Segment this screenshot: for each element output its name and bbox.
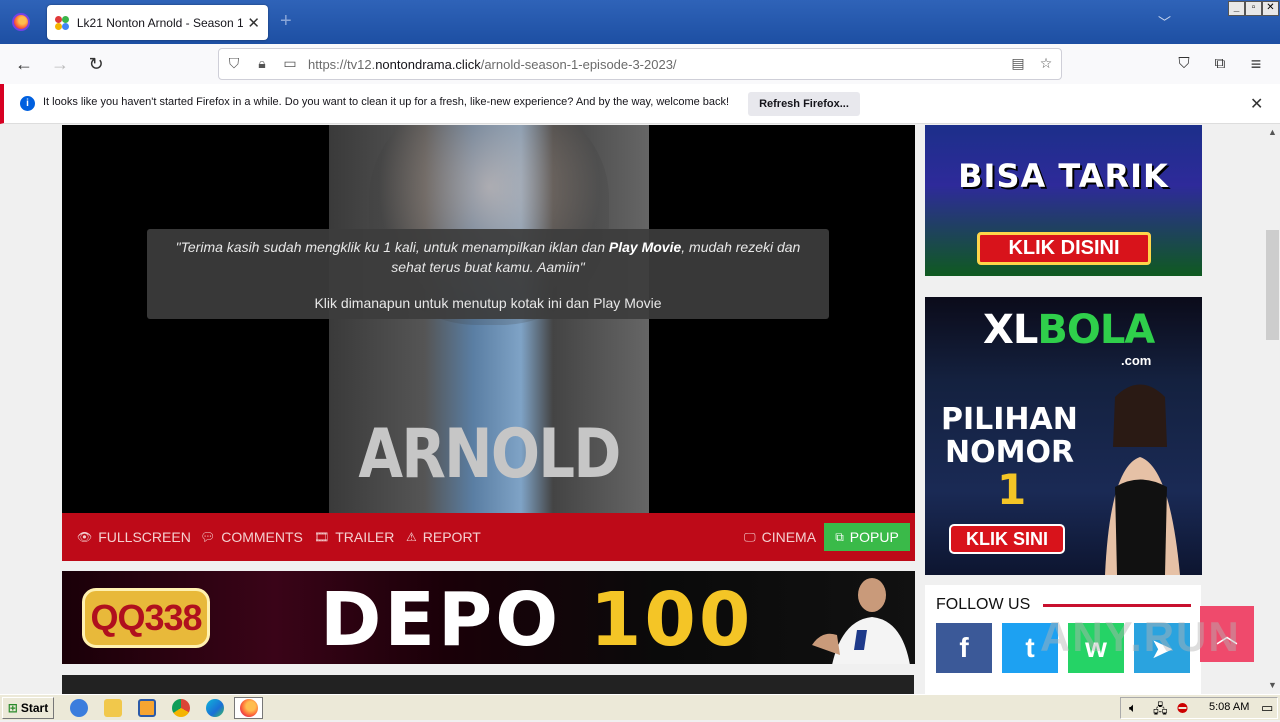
ad-line-1: PILIHAN: [941, 402, 1078, 437]
eye-icon: 👁︎: [77, 530, 93, 544]
content-section-header: [62, 675, 914, 694]
player-controls-bar: 👁︎ FULLSCREEN 💬︎ COMMENTS 🎞︎ TRAILER ⚠ REPOR…: [62, 513, 915, 561]
scrollbar-thumb[interactable]: [1266, 230, 1279, 340]
chrome-icon[interactable]: [172, 699, 190, 717]
taskbar-clock: 5:08 AM: [1209, 701, 1250, 713]
windows-flag-icon: ⊞: [7, 701, 18, 715]
monitor-icon: 🖵︎: [744, 529, 756, 544]
forward-arrow-icon[interactable]: →: [49, 54, 71, 74]
close-window-button[interactable]: ✕: [1262, 1, 1279, 16]
start-button[interactable]: ⊞ Start: [2, 697, 54, 719]
volume-icon[interactable]: 🔈︎: [1129, 700, 1137, 716]
scroll-up-arrow-icon[interactable]: ▲: [1265, 125, 1280, 139]
back-arrow-icon[interactable]: ←: [13, 54, 35, 74]
system-tray: 🔈︎ 🖧︎ ⛔︎ ▭: [1120, 697, 1278, 719]
browser-tab[interactable]: Lk21 Nonton Arnold - Season 1 Episode 3 …: [47, 5, 268, 40]
url-text[interactable]: https://tv12.nontondrama.click/arnold-se…: [308, 57, 677, 72]
qq338-logo: QQ338: [82, 588, 210, 648]
edge-icon[interactable]: [206, 699, 224, 717]
depo-text: DEPO 100: [320, 577, 754, 663]
page-permissions-icon[interactable]: ▭: [281, 55, 299, 72]
firefox-taskbar-button[interactable]: [234, 697, 263, 719]
internet-explorer-icon[interactable]: [70, 699, 88, 717]
ad-klik-disini-button[interactable]: KLIK DISINI: [977, 232, 1151, 265]
bisa-tarik-banner-ad[interactable]: BISA TARIK KLIK DISINI: [925, 125, 1202, 276]
comments-button[interactable]: 💬︎ COMMENTS: [200, 529, 303, 545]
media-player-icon[interactable]: [138, 699, 156, 717]
tab-close-icon[interactable]: ✕: [247, 14, 260, 32]
windows-taskbar: ⊞ Start 🔈︎ 🖧︎ ⛔︎ ▭ 5:08 AM: [0, 694, 1280, 720]
warning-icon: ⚠: [406, 530, 417, 544]
overlay-close-instruction: Klik dimanapun untuk menutup kotak ini d…: [314, 295, 662, 311]
url-bar[interactable]: ⛉ 🔒︎ ▭ https://tv12.nontondrama.click/ar…: [218, 48, 1062, 80]
ad-line-3: 1: [997, 465, 1027, 514]
poster-title: ARNOLD: [358, 415, 621, 494]
network-icon[interactable]: 🖧︎: [1153, 700, 1168, 722]
list-all-tabs-chevron-icon[interactable]: ﹀: [1158, 12, 1171, 31]
xlbola-domain: .com: [1121, 353, 1152, 368]
xlbola-banner-ad[interactable]: XLBOLA .com PILIHAN NOMOR 1 KLIK SINI: [925, 297, 1202, 575]
facebook-icon: f: [959, 632, 969, 663]
notification-text: It looks like you haven't started Firefo…: [43, 96, 730, 108]
popup-window-icon: ⧉: [835, 529, 844, 544]
bookmark-star-icon[interactable]: ☆: [1037, 55, 1055, 72]
ad-title: BISA TARIK: [958, 157, 1169, 195]
firefox-icon: [240, 699, 258, 717]
restore-button[interactable]: ▫: [1245, 1, 1262, 16]
firefox-logo-icon: [12, 13, 30, 31]
notification-close-icon[interactable]: ✕: [1250, 94, 1263, 114]
minimize-button[interactable]: _: [1228, 1, 1245, 16]
pocket-icon[interactable]: ⛉: [1173, 54, 1195, 74]
page-content: ARNOLD "Terima kasih sudah mengklik ku 1…: [0, 125, 1265, 694]
facebook-button[interactable]: f: [936, 623, 992, 673]
show-desktop-icon[interactable]: ▭: [1261, 700, 1273, 716]
movie-poster: ARNOLD: [329, 125, 649, 513]
navigation-toolbar: ← → ↻ ⛉ 🔒︎ ▭ https://tv12.nontondrama.cl…: [0, 44, 1280, 84]
qq338-depo-banner-ad[interactable]: QQ338 DEPO 100: [62, 571, 915, 664]
notification-bar: i It looks like you haven't started Fire…: [0, 84, 1280, 124]
anyrun-watermark: ANY.RUN: [1040, 613, 1241, 660]
file-explorer-icon[interactable]: [104, 699, 122, 717]
video-player[interactable]: ARNOLD "Terima kasih sudah mengklik ku 1…: [62, 125, 915, 513]
ad-klik-sini-button[interactable]: KLIK SINI: [949, 524, 1065, 554]
info-icon: i: [20, 96, 35, 111]
firefox-menu-button[interactable]: [0, 0, 42, 44]
report-button[interactable]: ⚠ REPORT: [406, 529, 481, 545]
vertical-scrollbar[interactable]: [1265, 125, 1280, 694]
reload-icon[interactable]: ↻: [85, 54, 107, 74]
tracking-shield-icon[interactable]: ⛉: [225, 55, 243, 72]
xlbola-logo: XLBOLA: [983, 307, 1155, 353]
hamburger-menu-icon[interactable]: ≡: [1245, 54, 1267, 74]
security-alert-icon[interactable]: ⛔︎: [1177, 700, 1188, 716]
lock-icon[interactable]: 🔒︎: [253, 55, 271, 72]
extensions-puzzle-icon[interactable]: ⧉: [1209, 54, 1231, 74]
twitter-icon: t: [1025, 632, 1035, 663]
scroll-down-arrow-icon[interactable]: ▼: [1265, 678, 1280, 692]
site-favicon-icon: [55, 15, 69, 30]
tab-title: Lk21 Nonton Arnold - Season 1 Episode 3: [76, 15, 244, 30]
cinema-button[interactable]: 🖵︎ CINEMA: [744, 529, 816, 545]
ad-notice-overlay[interactable]: "Terima kasih sudah mengklik ku 1 kali, …: [147, 229, 829, 319]
reader-view-icon[interactable]: ▤: [1009, 55, 1027, 72]
comment-bubble-icon: 💬︎: [200, 530, 216, 544]
new-tab-button[interactable]: +: [280, 10, 292, 33]
follow-us-underline: [1043, 604, 1191, 607]
overlay-message: "Terima kasih sudah mengklik ku 1 kali, …: [175, 239, 801, 275]
film-icon: 🎞︎: [314, 530, 330, 544]
model-image: [1105, 384, 1180, 575]
trailer-button[interactable]: 🎞︎ TRAILER: [314, 529, 394, 545]
fullscreen-button[interactable]: 👁︎ FULLSCREEN: [77, 529, 191, 545]
footballer-image: [812, 578, 910, 664]
refresh-firefox-button[interactable]: Refresh Firefox...: [748, 92, 860, 116]
popup-button[interactable]: ⧉ POPUP: [824, 523, 910, 551]
tab-bar: Lk21 Nonton Arnold - Season 1 Episode 3 …: [0, 0, 1280, 44]
follow-us-title: FOLLOW US: [936, 596, 1031, 613]
